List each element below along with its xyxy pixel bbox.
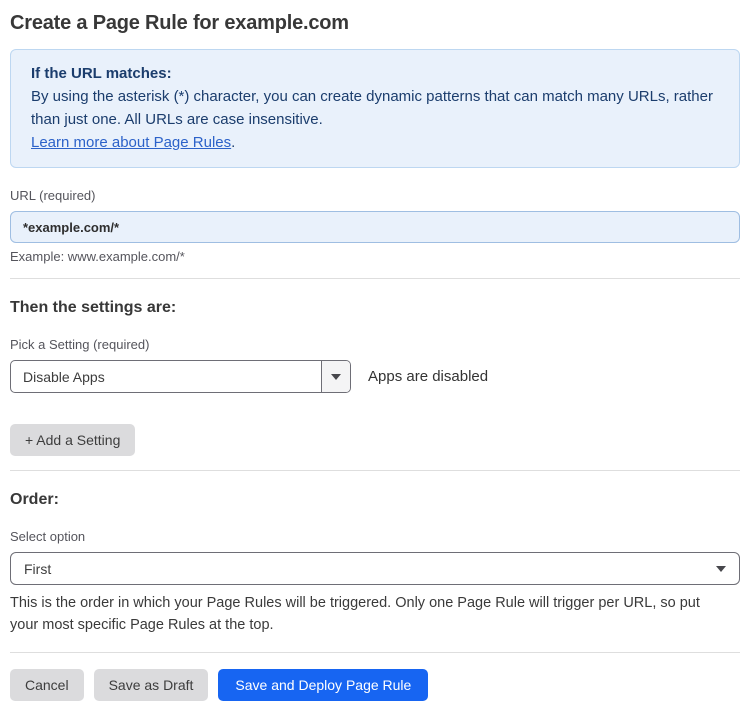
page-title: Create a Page Rule for example.com — [10, 12, 349, 34]
add-setting-button[interactable]: + Add a Setting — [10, 424, 136, 456]
info-box-body: By using the asterisk (*) character, you… — [31, 88, 713, 128]
url-field-label: URL (required) — [10, 188, 96, 203]
info-box-link-line: Learn more about Page Rules. — [31, 131, 719, 154]
order-select-label: Select option — [10, 529, 86, 544]
save-draft-button[interactable]: Save as Draft — [93, 669, 209, 701]
page-rule-form: Create a Page Rule for example.com If th… — [10, 12, 740, 701]
url-match-info-box: If the URL matches: By using the asteris… — [10, 49, 740, 168]
learn-more-link[interactable]: Learn more about Page Rules — [31, 134, 231, 151]
order-section-heading: Order: — [10, 491, 59, 508]
save-deploy-button[interactable]: Save and Deploy Page Rule — [218, 669, 429, 701]
order-select[interactable]: First — [10, 552, 740, 585]
footer-divider — [10, 652, 740, 653]
chevron-down-icon — [716, 565, 726, 572]
setting-select-value: Disable Apps — [23, 368, 105, 385]
cancel-button[interactable]: Cancel — [10, 669, 84, 701]
setting-select[interactable]: Disable Apps — [10, 360, 351, 393]
settings-section-heading: Then the settings are: — [10, 299, 177, 316]
order-select-value: First — [24, 560, 52, 577]
url-input[interactable] — [10, 211, 740, 243]
chevron-down-icon — [321, 361, 350, 392]
setting-row: Disable Apps Apps are disabled — [10, 360, 740, 393]
footer-actions: Cancel Save as Draft Save and Deploy Pag… — [10, 669, 740, 701]
setting-status-text: Apps are disabled — [368, 368, 489, 385]
link-suffix: . — [231, 134, 236, 151]
order-help-text: This is the order in which your Page Rul… — [10, 595, 700, 633]
section-divider — [10, 470, 740, 471]
pick-setting-label: Pick a Setting (required) — [10, 337, 150, 352]
section-divider — [10, 278, 740, 279]
info-box-heading: If the URL matches: — [31, 65, 172, 82]
url-example-helper: Example: www.example.com/* — [10, 249, 185, 264]
